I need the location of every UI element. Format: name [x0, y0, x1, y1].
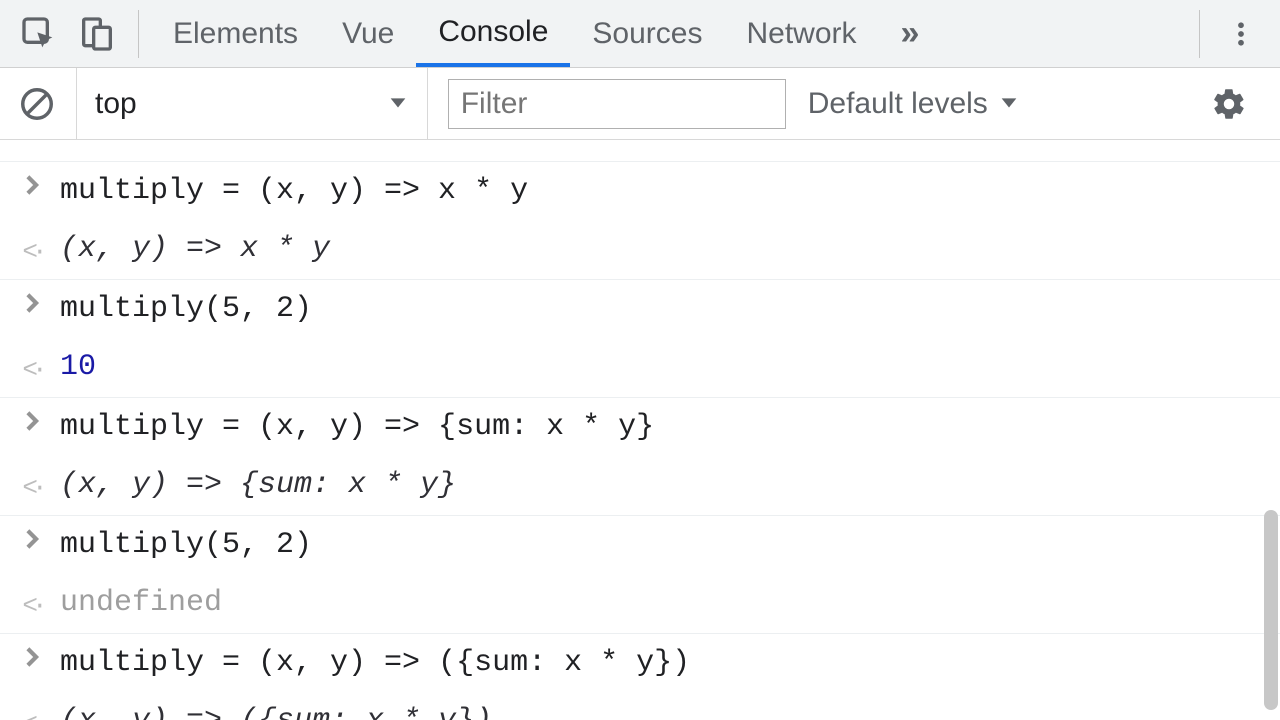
tab-elements[interactable]: Elements [151, 0, 320, 67]
chevron-down-icon [387, 87, 409, 121]
levels-label: Default levels [808, 87, 988, 121]
log-level-selector[interactable]: Default levels [808, 87, 1020, 121]
console-value: multiply(5, 2) [46, 522, 312, 569]
output-marker-icon: <· [18, 580, 46, 626]
console-value: multiply = (x, y) => ({sum: x * y}) [46, 640, 690, 687]
chevron-down-icon [998, 87, 1020, 121]
console-settings-button[interactable] [1202, 77, 1256, 131]
console-row-input: multiply = (x, y) => ({sum: x * y}) [0, 633, 1280, 693]
console-row-output: <· (x, y) => ({sum: x * y}) [0, 692, 1280, 720]
scrollbar-thumb[interactable] [1264, 510, 1278, 710]
output-marker-icon: <· [18, 344, 46, 390]
console-row-input: multiply = (x, y) => {sum: x * y} [0, 397, 1280, 457]
more-options-button[interactable] [1214, 7, 1268, 61]
input-marker-icon [18, 522, 46, 550]
tab-console[interactable]: Console [416, 0, 570, 67]
output-marker-icon: <· [18, 698, 46, 720]
execution-context-selector[interactable]: top [76, 68, 428, 139]
input-marker-icon [18, 286, 46, 314]
output-marker-icon: <· [18, 462, 46, 508]
separator [138, 10, 139, 58]
console-value: 10 [46, 140, 96, 155]
toggle-device-toolbar-button[interactable] [70, 7, 124, 61]
input-marker-icon [18, 404, 46, 432]
input-marker-icon [18, 168, 46, 196]
console-row-output: <· (x, y) => {sum: x * y} [0, 456, 1280, 515]
output-marker-icon: <· [18, 226, 46, 272]
console-value: multiply = (x, y) => x * y [46, 168, 528, 215]
input-marker-icon [18, 640, 46, 668]
console-value: 10 [46, 344, 96, 391]
console-row-input: multiply(5, 2) [0, 279, 1280, 339]
console-value: (x, y) => {sum: x * y} [46, 462, 456, 509]
tabs-overflow-button[interactable]: » [879, 0, 936, 67]
tab-network[interactable]: Network [724, 0, 878, 67]
console-row-output: <· undefined [0, 574, 1280, 633]
console-value: (x, y) => x * y [46, 226, 330, 273]
console-row-output: <· 10 [0, 338, 1280, 397]
panel-tabs: Elements Vue Console Sources Network » [151, 0, 935, 67]
console-row-input: multiply(5, 2) [0, 515, 1280, 575]
console-value: (x, y) => ({sum: x * y}) [46, 698, 492, 720]
output-marker-icon: <· [18, 140, 46, 154]
tab-vue[interactable]: Vue [320, 0, 416, 67]
console-value: undefined [46, 580, 222, 627]
context-label: top [95, 87, 137, 121]
filter-input[interactable] [448, 79, 786, 129]
console-value: multiply = (x, y) => {sum: x * y} [46, 404, 654, 451]
console-row-output: <· (x, y) => x * y [0, 220, 1280, 279]
console-row-input: multiply = (x, y) => x * y [0, 161, 1280, 221]
console-value: multiply(5, 2) [46, 286, 312, 333]
inspect-element-button[interactable] [12, 7, 66, 61]
clear-console-button[interactable] [10, 77, 64, 131]
tab-sources[interactable]: Sources [570, 0, 724, 67]
separator [1199, 10, 1200, 58]
console-toolbar: top Default levels [0, 68, 1280, 140]
devtools-tabbar: Elements Vue Console Sources Network » [0, 0, 1280, 68]
console-row-output: <· 10 [0, 140, 1280, 161]
console-output[interactable]: <· 10 multiply = (x, y) => x * y <· (x, … [0, 140, 1280, 720]
